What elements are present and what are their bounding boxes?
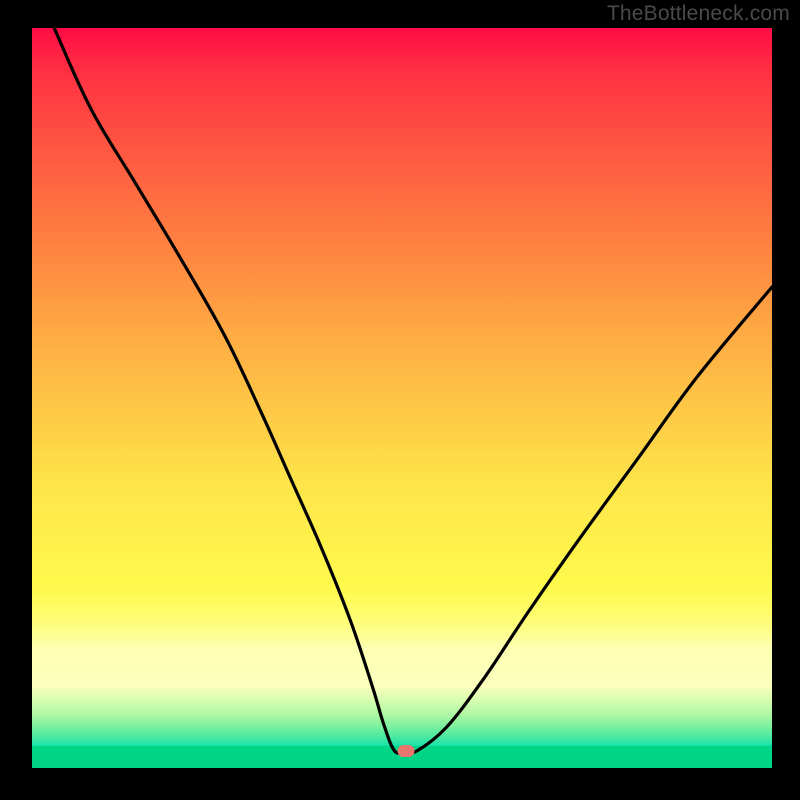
optimal-point-marker bbox=[397, 745, 414, 757]
bottleneck-curve bbox=[32, 28, 772, 768]
chart-frame: TheBottleneck.com bbox=[0, 0, 800, 800]
watermark-label: TheBottleneck.com bbox=[607, 2, 790, 26]
plot-area bbox=[32, 28, 772, 768]
